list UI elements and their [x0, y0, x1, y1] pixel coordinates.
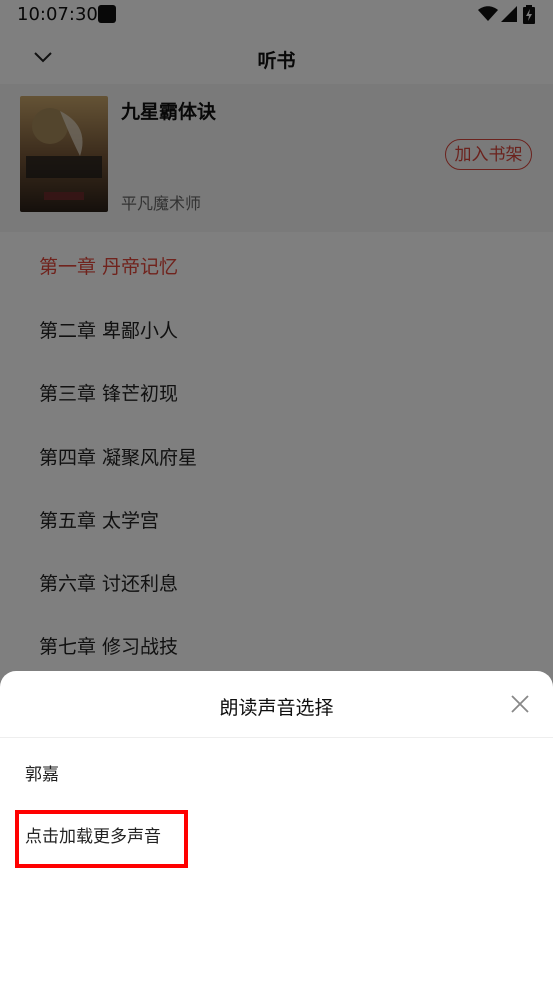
sheet-title: 朗读声音选择	[219, 697, 334, 719]
highlight-box	[15, 810, 188, 868]
close-icon[interactable]	[509, 693, 531, 715]
voice-option[interactable]: 郭嘉	[25, 760, 59, 785]
divider	[0, 737, 553, 738]
voice-select-sheet: 朗读声音选择 郭嘉 点击加载更多声音	[0, 671, 553, 984]
